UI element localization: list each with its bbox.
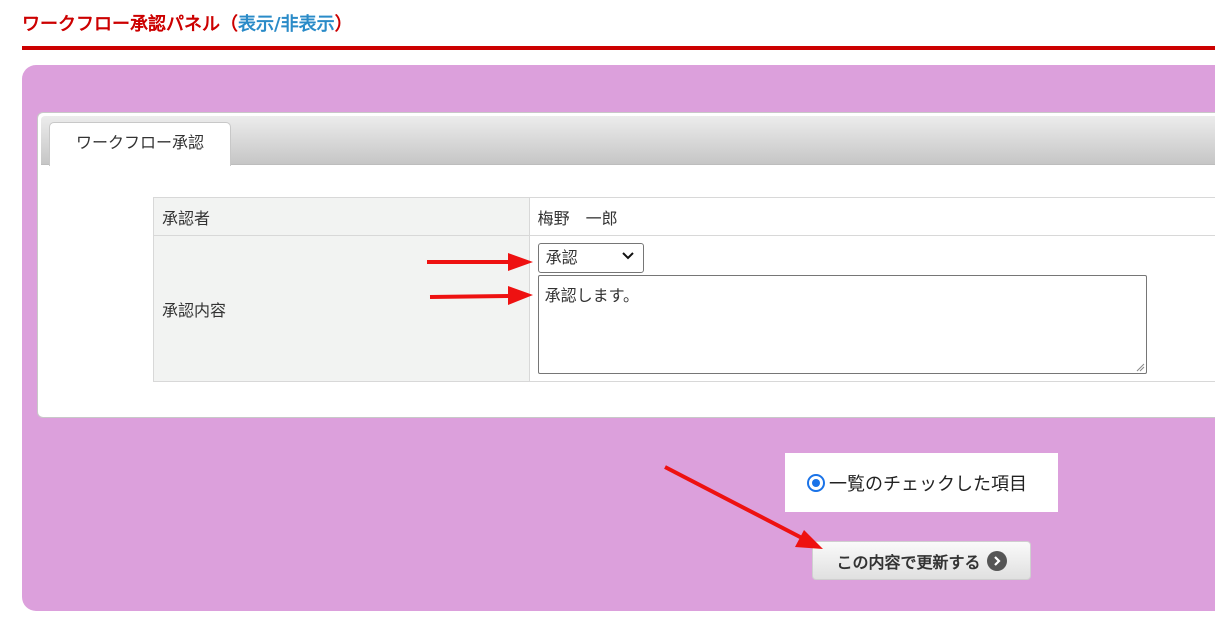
workflow-approval-page: ワークフロー承認パネル（表示/非表示） ワークフロー承認 承認者 梅野 一郎 承… [0, 0, 1215, 642]
table-row: 承認者 梅野 一郎 [153, 197, 1215, 236]
panel-header: ワークフロー承認パネル（表示/非表示） [22, 10, 353, 46]
update-button-label: この内容で更新する [836, 552, 981, 572]
comment-textarea[interactable]: 承認します。 [537, 275, 1147, 374]
header-divider [22, 46, 1215, 50]
checked-items-option: 一覧のチェックした項目 [785, 453, 1058, 512]
chevron-down-icon [621, 252, 634, 260]
approval-content-cell: 承認 承認します。 [529, 235, 1215, 382]
decision-select[interactable]: 承認 [537, 243, 644, 273]
arrow-right-circle-icon [986, 550, 1007, 571]
paren-open: （ [220, 14, 238, 35]
decision-selected-value: 承認 [545, 248, 578, 267]
table-row: 承認内容 承認 承認します。 [153, 235, 1215, 382]
checked-items-label[interactable]: 一覧のチェックした項目 [829, 470, 1027, 496]
checked-items-radio[interactable] [807, 473, 825, 492]
update-button[interactable]: この内容で更新する [812, 541, 1031, 580]
approver-value: 梅野 一郎 [529, 197, 1215, 236]
approver-label: 承認者 [153, 197, 530, 236]
show-hide-toggle-link[interactable]: 表示/非表示 [238, 14, 335, 35]
approval-form-table: 承認者 梅野 一郎 承認内容 承認 承認します。 [153, 197, 1215, 382]
resize-grip-icon[interactable] [1135, 362, 1145, 372]
paren-close: ） [334, 14, 353, 35]
comment-text: 承認します。 [544, 286, 639, 305]
tab-workflow-approval[interactable]: ワークフロー承認 [49, 122, 231, 166]
panel-title: ワークフロー承認パネル [22, 14, 220, 35]
tab-strip: ワークフロー承認 [41, 116, 1215, 166]
approval-content-label: 承認内容 [153, 235, 530, 382]
